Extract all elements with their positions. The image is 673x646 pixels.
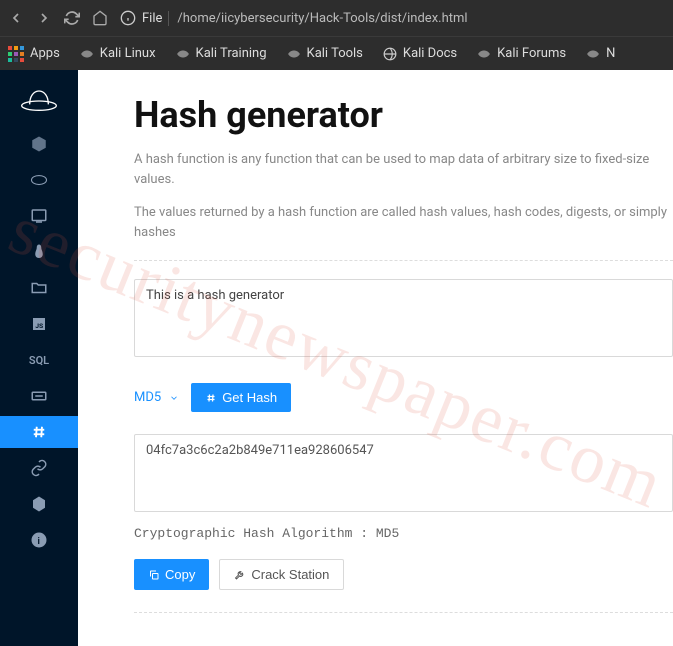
back-button[interactable] — [8, 10, 24, 26]
divider — [134, 260, 673, 261]
sidebar-item-sql[interactable]: SQL — [0, 344, 78, 376]
bookmark-kali-training[interactable]: Kali Training — [176, 46, 267, 61]
copy-label: Copy — [165, 567, 195, 582]
get-hash-button[interactable]: Get Hash — [191, 383, 291, 412]
crack-station-button[interactable]: Crack Station — [219, 559, 344, 590]
main-container: JS SQL i Hash generator A hash function … — [0, 70, 673, 646]
browser-nav-bar: File /home/iicybersecurity/Hack-Tools/di… — [0, 0, 673, 36]
url-bar[interactable]: File /home/iicybersecurity/Hack-Tools/di… — [120, 10, 665, 26]
algorithm-select[interactable]: MD5 — [134, 390, 179, 405]
sidebar-item-hash[interactable] — [0, 416, 78, 448]
crack-label: Crack Station — [251, 567, 329, 582]
get-hash-label: Get Hash — [222, 390, 277, 405]
url-scheme: File — [142, 11, 162, 26]
description-2: The values returned by a hash function a… — [134, 203, 673, 242]
reload-button[interactable] — [64, 10, 80, 26]
apps-button[interactable]: Apps — [8, 46, 60, 62]
sidebar-item-info[interactable]: i — [0, 524, 78, 556]
sidebar-item-link[interactable] — [0, 452, 78, 484]
sidebar-item-hex[interactable] — [0, 488, 78, 520]
select-label: MD5 — [134, 390, 161, 405]
hash-output[interactable]: 04fc7a3c6c2a2b849e711ea928606547 — [134, 434, 673, 512]
svg-text:JS: JS — [35, 322, 43, 330]
bookmark-kali-docs[interactable]: Kali Docs — [383, 46, 457, 61]
algorithm-line: Cryptographic Hash Algorithm : MD5 — [134, 526, 673, 541]
hash-input[interactable] — [134, 279, 673, 357]
sidebar: JS SQL i — [0, 70, 78, 646]
actions-row: Copy Crack Station — [134, 559, 673, 590]
hash-icon — [205, 392, 217, 404]
hat-logo-icon — [19, 84, 59, 114]
url-path: /home/iicybersecurity/Hack-Tools/dist/in… — [168, 11, 467, 26]
sidebar-item-php[interactable] — [0, 164, 78, 196]
page-title: Hash generator — [134, 94, 673, 136]
bookmark-kali-linux[interactable]: Kali Linux — [80, 46, 156, 61]
sidebar-item-folder[interactable] — [0, 272, 78, 304]
apps-label: Apps — [30, 46, 60, 61]
wrench-icon — [234, 569, 246, 581]
content-area: Hash generator A hash function is any fu… — [78, 70, 673, 646]
sidebar-item-cube[interactable] — [0, 128, 78, 160]
copy-icon — [148, 569, 160, 581]
home-button[interactable] — [92, 10, 108, 26]
controls-row: MD5 Get Hash — [134, 383, 673, 412]
chevron-down-icon — [169, 393, 179, 403]
sidebar-item-js[interactable]: JS — [0, 308, 78, 340]
sidebar-item-linux[interactable] — [0, 236, 78, 268]
sidebar-item-terminal[interactable] — [0, 200, 78, 232]
description-1: A hash function is any function that can… — [134, 150, 673, 189]
bookmarks-bar: Apps Kali Linux Kali Training Kali Tools… — [0, 36, 673, 70]
info-icon — [120, 10, 136, 26]
sidebar-item-keyboard[interactable] — [0, 380, 78, 412]
nav-buttons — [8, 10, 108, 26]
bookmark-more[interactable]: N — [586, 46, 615, 61]
bookmark-kali-tools[interactable]: Kali Tools — [287, 46, 363, 61]
copy-button[interactable]: Copy — [134, 559, 209, 590]
bookmark-kali-forums[interactable]: Kali Forums — [477, 46, 566, 61]
forward-button[interactable] — [36, 10, 52, 26]
svg-text:i: i — [38, 537, 40, 547]
divider-bottom — [134, 612, 673, 613]
